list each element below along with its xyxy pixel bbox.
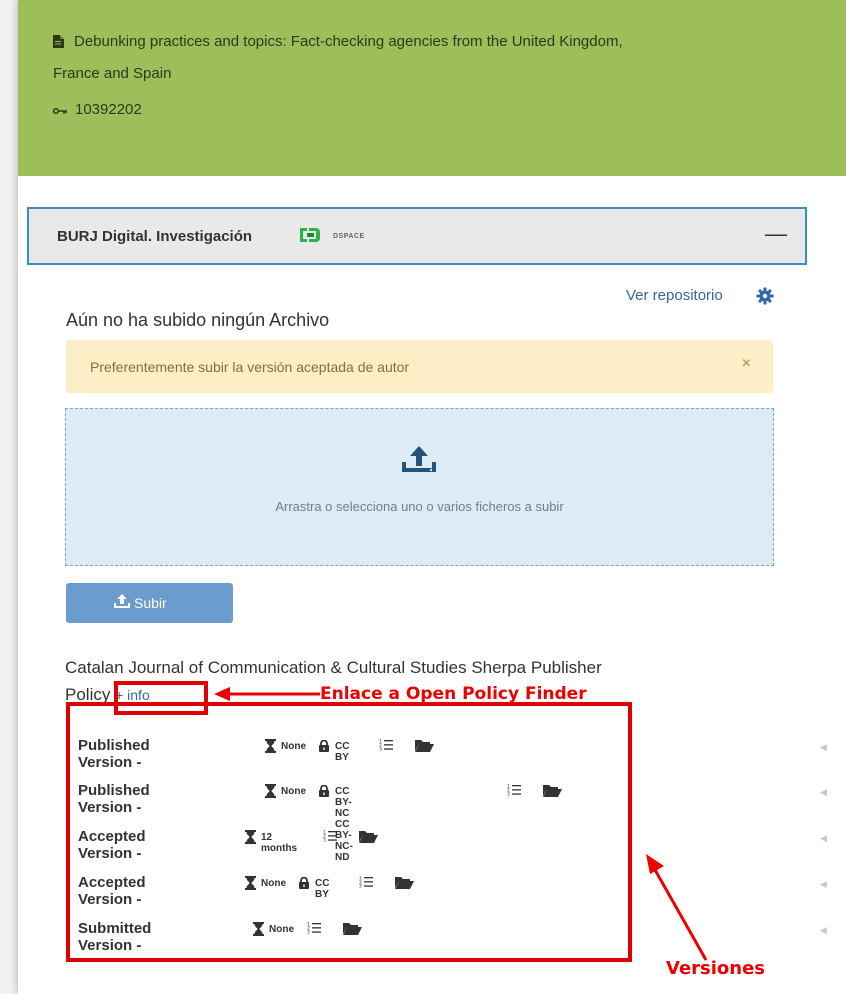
expand-arrow-icon[interactable]: ◀ — [820, 879, 827, 890]
conditions-list-icon[interactable]: 123 — [359, 875, 373, 892]
svg-text:3: 3 — [323, 838, 326, 842]
svg-text:3: 3 — [507, 792, 510, 796]
license-value: CC BY-NC CC BY-NC-ND — [335, 786, 353, 863]
folder-icon[interactable] — [343, 922, 362, 939]
conditions-list-icon[interactable]: 123 — [507, 783, 521, 800]
annotation-link-label: Enlace a Open Policy Finder — [320, 684, 587, 704]
collapse-button[interactable]: — — [765, 223, 787, 245]
dspace-logo-text: DSPACE — [333, 233, 365, 240]
svg-text:3: 3 — [359, 884, 362, 888]
repository-panel-header[interactable]: BURJ Digital. Investigación DSPACE — — [27, 207, 807, 265]
folder-icon[interactable] — [543, 784, 562, 801]
embargo-value: None — [281, 741, 306, 752]
expand-arrow-icon[interactable]: ◀ — [820, 833, 827, 844]
license-value: CC BY — [315, 878, 330, 900]
embargo-value: None — [269, 924, 294, 935]
version-name: Accepted Version - — [78, 828, 146, 862]
upload-icon — [398, 444, 440, 481]
folder-icon[interactable] — [395, 876, 414, 893]
expand-arrow-icon[interactable]: ◀ — [820, 925, 827, 936]
lock-icon — [299, 876, 309, 893]
record-card: Debunking practices and topics: Fact-che… — [18, 0, 846, 994]
lock-icon — [319, 739, 329, 756]
folder-icon[interactable] — [359, 830, 378, 847]
policy-title-line1: Catalan Journal of Communication & Cultu… — [65, 658, 602, 677]
hourglass-icon — [253, 922, 264, 940]
view-repository-link[interactable]: Ver repositorio — [626, 287, 723, 304]
hourglass-icon — [265, 784, 276, 802]
conditions-list-icon[interactable]: 123 — [307, 921, 321, 938]
conditions-list-icon[interactable]: 123 — [323, 829, 337, 846]
annotation-arrow-up-icon — [646, 854, 708, 961]
version-name: Published Version - — [78, 737, 150, 771]
warning-alert-text: Preferentemente subir la versión aceptad… — [90, 359, 410, 375]
document-icon — [53, 35, 64, 52]
repository-name: BURJ Digital. Investigación — [57, 228, 253, 245]
annotation-versions-label: Versiones — [666, 958, 766, 979]
version-name: Published Version - — [78, 782, 150, 816]
hourglass-icon — [245, 876, 256, 894]
version-name: Submitted Version - — [78, 920, 152, 954]
file-dropzone[interactable]: Arrastra o selecciona uno o varios fiche… — [65, 408, 774, 566]
hourglass-icon — [265, 739, 276, 757]
embargo-value: None — [281, 786, 306, 797]
svg-text:3: 3 — [379, 747, 382, 751]
record-title-line1: Debunking practices and topics: Fact-che… — [53, 33, 623, 52]
record-title-line2: France and Spain — [53, 65, 172, 82]
record-header: Debunking practices and topics: Fact-che… — [18, 0, 846, 176]
record-id: 10392202 — [52, 101, 142, 119]
expand-arrow-icon[interactable]: ◀ — [820, 787, 827, 798]
record-id-value: 10392202 — [75, 101, 142, 118]
close-icon[interactable]: × — [742, 355, 751, 373]
record-title-text-1: Debunking practices and topics: Fact-che… — [74, 33, 623, 50]
key-icon — [52, 102, 67, 119]
upload-button[interactable]: Subir — [66, 583, 233, 623]
svg-text:3: 3 — [307, 930, 310, 934]
lock-icon — [319, 784, 329, 801]
gear-icon[interactable] — [756, 287, 774, 310]
embargo-value: None — [261, 878, 286, 889]
folder-icon[interactable] — [415, 739, 434, 756]
expand-arrow-icon[interactable]: ◀ — [820, 742, 827, 753]
version-name: Accepted Version - — [78, 874, 146, 908]
upload-icon — [114, 594, 130, 611]
hourglass-icon — [245, 830, 256, 848]
dropzone-text: Arrastra o selecciona uno o varios fiche… — [275, 499, 564, 514]
embargo-value: 12 months — [261, 832, 298, 854]
warning-alert: Preferentemente subir la versión aceptad… — [66, 340, 773, 393]
conditions-list-icon[interactable]: 123 — [379, 738, 393, 755]
dspace-logo-icon — [298, 225, 330, 250]
annotation-arrow-left-icon — [214, 687, 320, 701]
upload-button-label: Subir — [134, 595, 167, 611]
license-value: CC BY — [335, 741, 350, 763]
no-file-heading: Aún no ha subido ningún Archivo — [66, 310, 330, 330]
